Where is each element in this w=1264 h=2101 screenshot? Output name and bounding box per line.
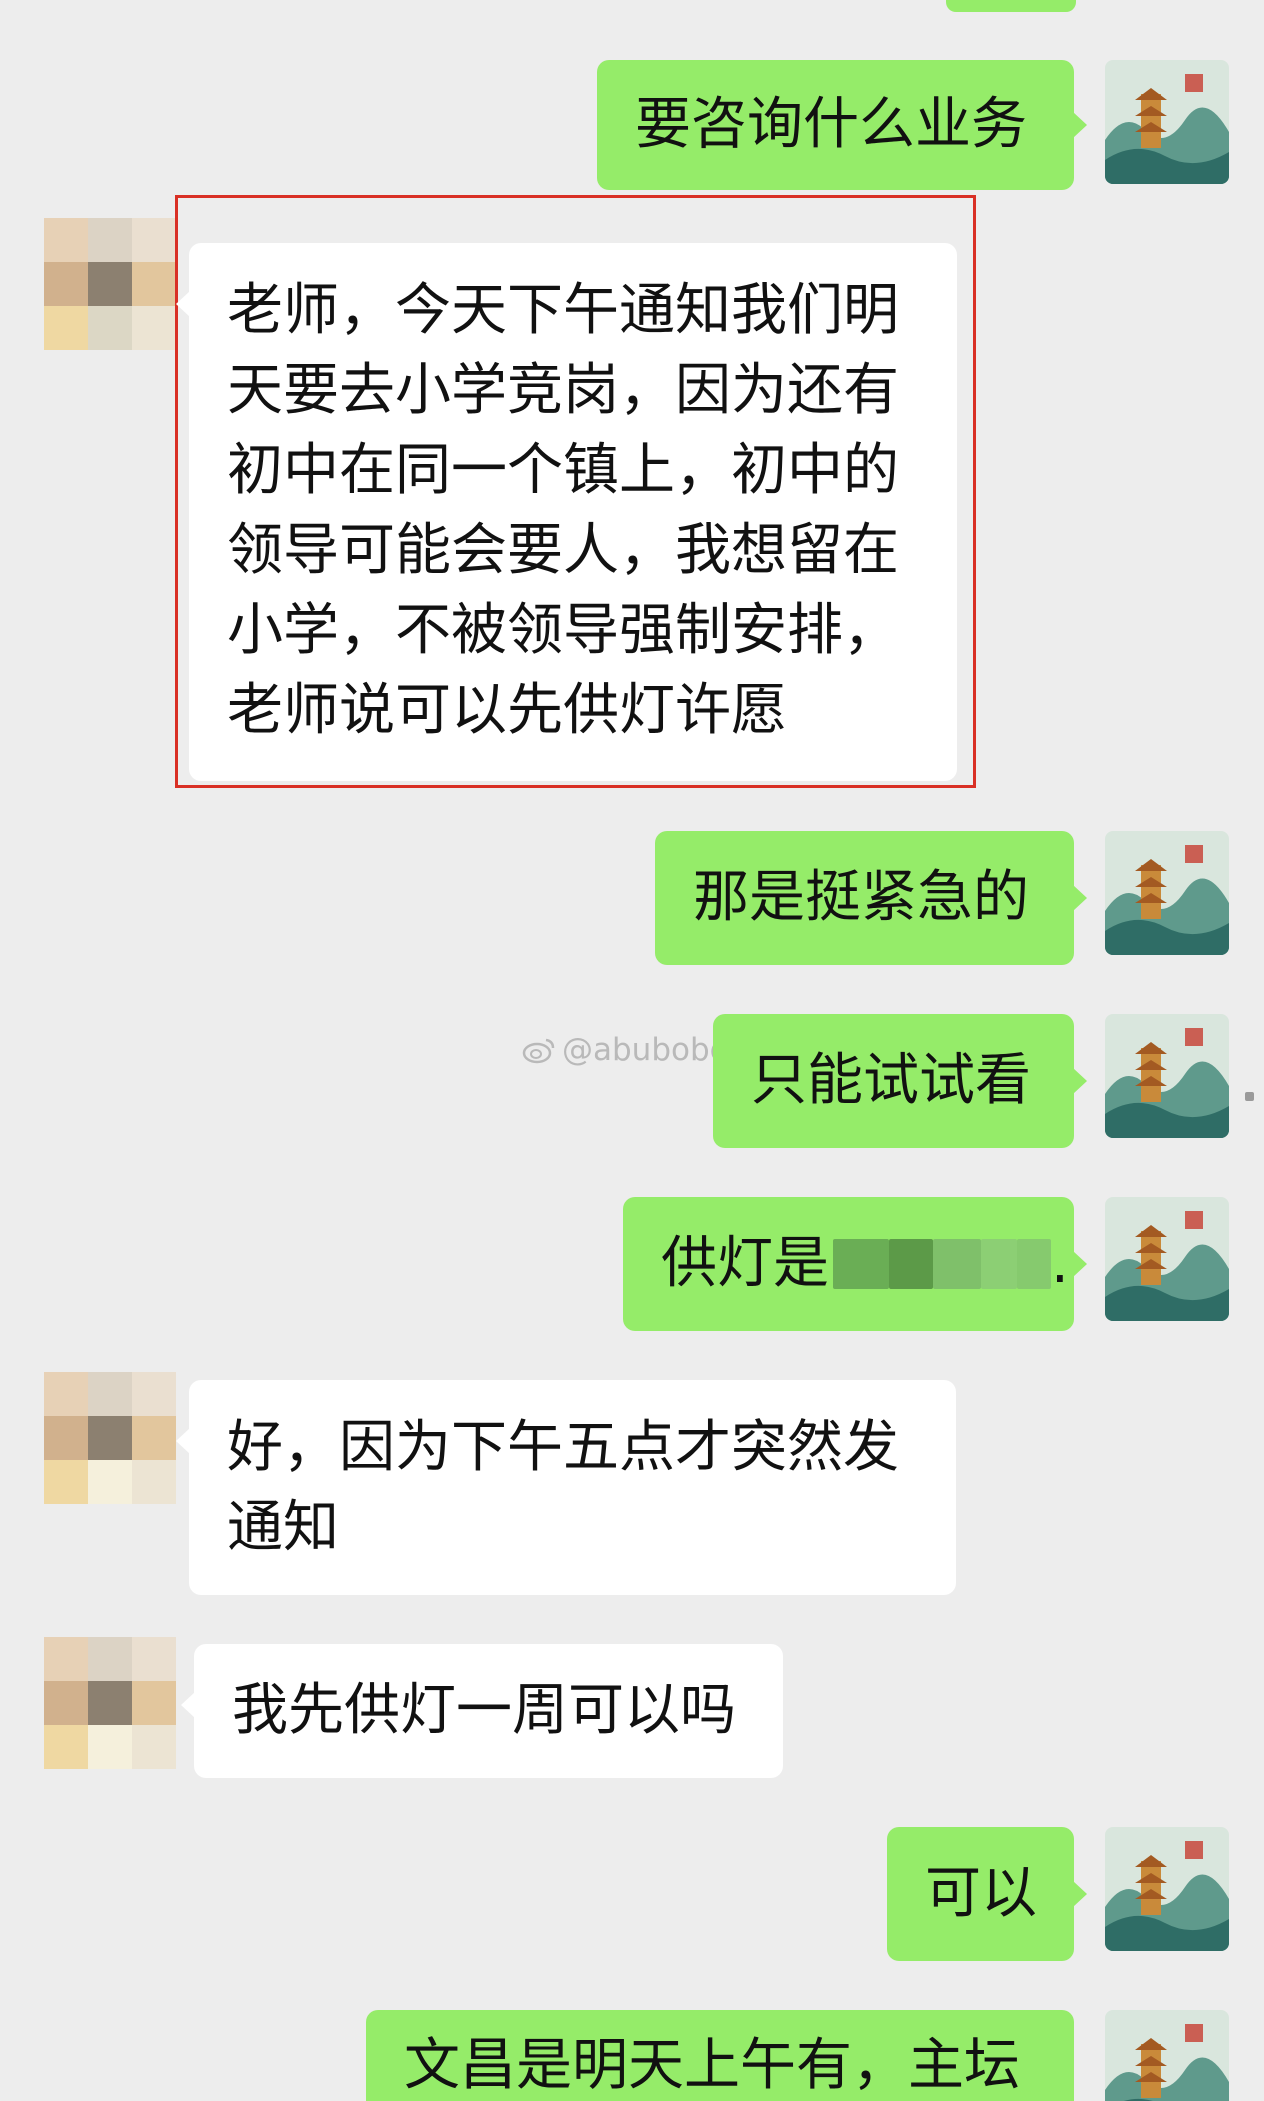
avatar-pixelated[interactable] bbox=[44, 218, 176, 350]
message-bubble-outgoing[interactable]: 供灯是 . bbox=[623, 1197, 1087, 1331]
avatar[interactable] bbox=[1105, 1827, 1229, 1951]
redacted-text-blur bbox=[833, 1239, 1051, 1289]
message-text: 只能试试看 bbox=[751, 1048, 1031, 1113]
watermark-text: @abubobo bbox=[562, 1032, 729, 1068]
message-text-line: 老师，今天下午通知我们明 bbox=[227, 278, 899, 343]
watermark: @abubobo bbox=[522, 1032, 729, 1068]
message-text: 要咨询什么业务 bbox=[635, 92, 1027, 157]
message-bubble-outgoing[interactable]: 可以 bbox=[887, 1827, 1087, 1961]
pagoda-landscape-avatar-icon bbox=[1105, 1014, 1229, 1138]
avatar-pixelated[interactable] bbox=[44, 1637, 176, 1769]
message-text-line: 好，因为下午五点才突然发 bbox=[227, 1415, 899, 1480]
message-text-line: 初中在同一个镇上，初中的 bbox=[227, 438, 899, 503]
message-text: 我先供灯一周可以吗 bbox=[232, 1678, 736, 1743]
pagoda-landscape-avatar-icon bbox=[1105, 1827, 1229, 1951]
message-text-line: 领导可能会要人，我想留在 bbox=[227, 518, 899, 583]
message-text-line: 老师说可以先供灯许愿 bbox=[227, 678, 787, 743]
message-text: 供灯是 bbox=[661, 1231, 829, 1296]
message-text: 那是挺紧急的 bbox=[693, 865, 1029, 930]
pagoda-landscape-avatar-icon bbox=[1105, 60, 1229, 184]
pagoda-landscape-avatar-icon bbox=[1105, 2010, 1229, 2101]
avatar[interactable] bbox=[1105, 1014, 1229, 1138]
avatar[interactable] bbox=[1105, 1197, 1229, 1321]
message-text: 可以 bbox=[925, 1861, 1037, 1926]
message-text: 文昌是明天上午有，主坛 bbox=[404, 2033, 1020, 2098]
message-text-suffix: . bbox=[1051, 1231, 1069, 1296]
message-text-line: 通知 bbox=[227, 1495, 339, 1560]
message-text-line: 小学，不被领导强制安排， bbox=[227, 598, 899, 663]
avatar[interactable] bbox=[1105, 2010, 1229, 2101]
message-bubble-incoming[interactable]: 老师，今天下午通知我们明 天要去小学竞岗，因为还有 初中在同一个镇上，初中的 领… bbox=[176, 243, 957, 781]
pagoda-landscape-avatar-icon bbox=[1105, 831, 1229, 955]
chat-area: 要咨询什么业务 老师，今天下午通知我们明 天要去小学竞岗，因为还有 初中在同一个… bbox=[0, 0, 1264, 2101]
scroll-indicator bbox=[1245, 1092, 1254, 1101]
message-bubble-outgoing[interactable]: 只能试试看 bbox=[713, 1014, 1087, 1148]
partial-message-bubble[interactable] bbox=[946, 0, 1076, 12]
message-bubble-outgoing[interactable]: 文昌是明天上午有，主坛 bbox=[366, 2010, 1074, 2101]
avatar-pixelated[interactable] bbox=[44, 1372, 176, 1504]
message-text-line: 天要去小学竞岗，因为还有 bbox=[227, 358, 899, 423]
avatar[interactable] bbox=[1105, 60, 1229, 184]
pagoda-landscape-avatar-icon bbox=[1105, 1197, 1229, 1321]
message-bubble-incoming[interactable]: 好，因为下午五点才突然发 通知 bbox=[176, 1380, 956, 1595]
avatar[interactable] bbox=[1105, 831, 1229, 955]
message-bubble-incoming[interactable]: 我先供灯一周可以吗 bbox=[181, 1644, 783, 1778]
weibo-logo-icon bbox=[522, 1038, 555, 1064]
message-bubble-outgoing[interactable]: 要咨询什么业务 bbox=[597, 60, 1087, 190]
message-bubble-outgoing[interactable]: 那是挺紧急的 bbox=[655, 831, 1087, 965]
